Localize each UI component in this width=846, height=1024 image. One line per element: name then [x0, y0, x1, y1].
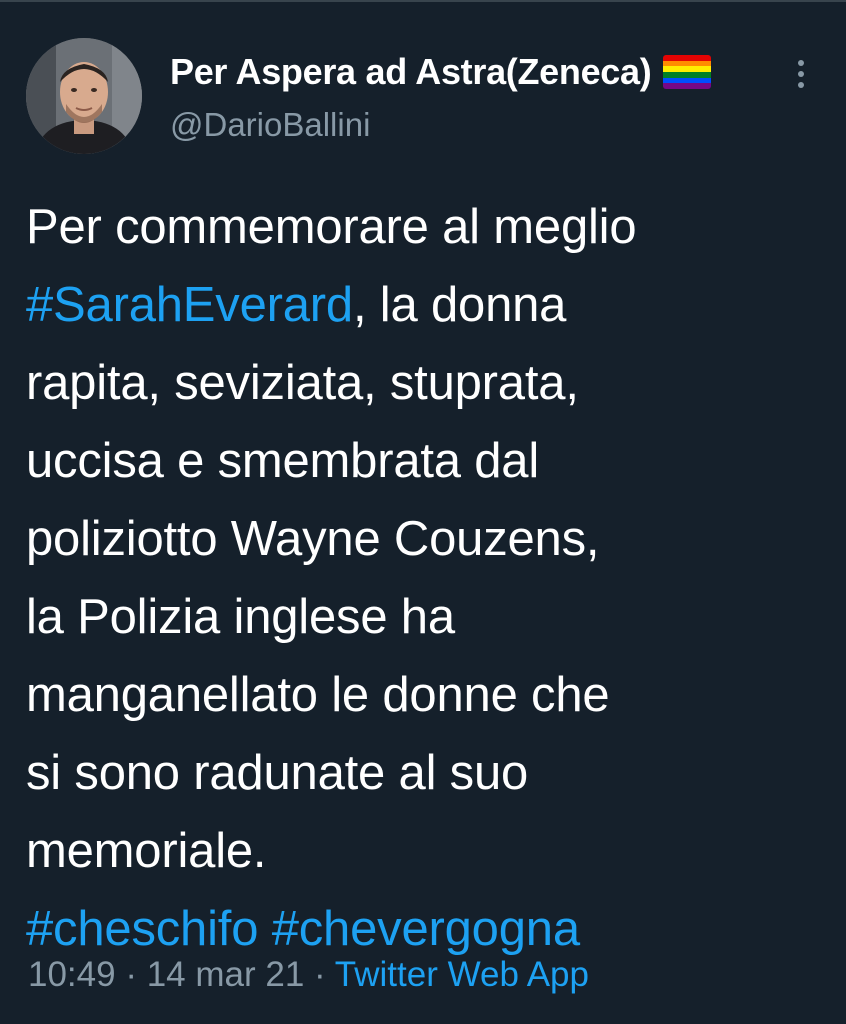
tweet-text-fragment: , la donna — [352, 278, 567, 332]
hashtag-link[interactable]: #cheschifo — [26, 902, 258, 956]
tweet-line: memoriale. — [26, 824, 267, 878]
top-divider — [0, 0, 846, 2]
more-vertical-icon[interactable] — [786, 54, 816, 94]
tweet-line: Per commemorare al meglio — [26, 200, 637, 254]
tweet-line: la Polizia inglese ha — [26, 590, 455, 644]
tweet-text: Per commemorare al meglio #SarahEverard,… — [26, 188, 826, 968]
rainbow-flag-icon — [663, 55, 712, 89]
tweet-line: rapita, seviziata, stuprata, — [26, 356, 579, 410]
dot — [798, 71, 804, 77]
tweet-line: si sono radunate al suo — [26, 746, 529, 800]
tweet-line: #SarahEverard, la donna — [26, 266, 826, 344]
tweet-time[interactable]: 10:49 — [28, 955, 116, 994]
tweet-line: poliziotto Wayne Couzens, — [26, 512, 600, 566]
tweet-line: uccisa e smembrata dal — [26, 434, 540, 488]
separator: · — [115, 955, 147, 994]
tweet-line: manganellato le donne che — [26, 668, 610, 722]
avatar[interactable] — [26, 38, 142, 154]
tweet-source-link[interactable]: Twitter Web App — [335, 955, 589, 994]
tweet-metadata: 10:49 · 14 mar 21 · Twitter Web App — [28, 955, 589, 995]
separator: · — [304, 955, 335, 994]
dot — [798, 82, 804, 88]
author-display-name[interactable]: Per Aspera ad Astra(Zeneca) — [170, 51, 652, 93]
avatar-photo — [26, 38, 142, 154]
tweet-date[interactable]: 14 mar 21 — [147, 955, 305, 994]
dot — [798, 60, 804, 66]
author-handle[interactable]: @DarioBallini — [170, 106, 370, 144]
author-name-row[interactable]: Per Aspera ad Astra(Zeneca) — [170, 48, 712, 96]
hashtag-link[interactable]: #SarahEverard — [26, 278, 353, 332]
hashtag-link[interactable]: #chevergogna — [272, 902, 580, 956]
